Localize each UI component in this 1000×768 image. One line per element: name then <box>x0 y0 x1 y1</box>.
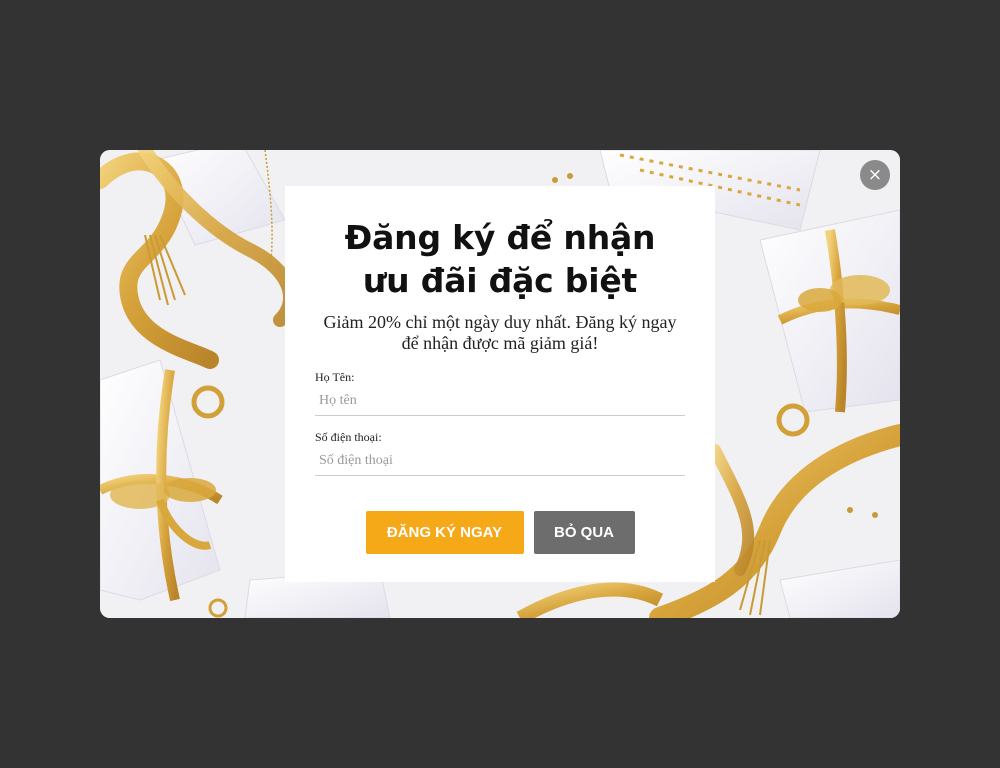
name-field-label: Họ Tên: <box>315 370 355 384</box>
phone-field-label: Số điện thoại: <box>315 430 382 444</box>
register-button[interactable]: ĐĂNG KÝ NGAY <box>365 511 524 554</box>
phone-field-group: Số điện thoại: <box>315 430 685 476</box>
popup-subtitle: Giảm 20% chỉ một ngày duy nhất. Đăng ký … <box>323 312 677 353</box>
popup-title-line1: Đăng ký để nhận <box>344 218 656 257</box>
signup-card: Đăng ký để nhận ưu đãi đặc biệt Giảm 20%… <box>285 186 715 582</box>
close-icon: × <box>867 165 883 185</box>
phone-input[interactable] <box>315 446 685 476</box>
popup-title-line2: ưu đãi đặc biệt <box>362 261 638 300</box>
subscribe-popup: × Đăng ký để nhận ưu đãi đặc biệt Giảm 2… <box>100 150 900 618</box>
popup-actions: ĐĂNG KÝ NGAY BỎ QUA <box>315 511 685 554</box>
popup-title: Đăng ký để nhận ưu đãi đặc biệt <box>315 216 685 302</box>
name-input[interactable] <box>315 386 685 416</box>
skip-button[interactable]: BỎ QUA <box>533 511 635 554</box>
name-field-group: Họ Tên: <box>315 370 685 416</box>
close-button[interactable]: × <box>860 160 890 190</box>
